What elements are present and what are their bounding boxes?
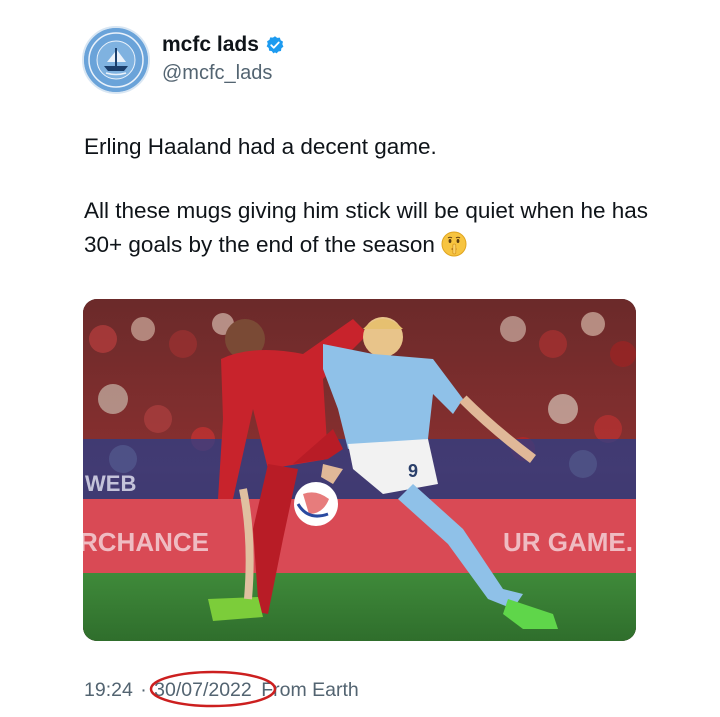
tweet-card: mcfc lads @mcfc_lads Erling Haaland had … xyxy=(0,0,720,717)
meta-separator: · xyxy=(140,679,147,701)
tweet-media[interactable]: WEB RCHANCE UR GAME. C 9 xyxy=(83,299,636,641)
tweet-header: mcfc lads @mcfc_lads xyxy=(82,26,642,96)
display-name[interactable]: mcfc lads xyxy=(162,32,285,58)
handle[interactable]: @mcfc_lads xyxy=(162,60,285,86)
tweet-text: Erling Haaland had a decent game. All th… xyxy=(84,130,654,262)
svg-text:9: 9 xyxy=(408,461,418,481)
avatar[interactable] xyxy=(82,26,150,94)
tweet-meta: 19:24 · 30/07/2022 From Earth xyxy=(84,670,359,708)
red-circle-annotation-icon xyxy=(149,670,277,708)
date-wrap: 30/07/2022 xyxy=(149,670,277,708)
name-block: mcfc lads @mcfc_lads xyxy=(162,32,285,86)
tweet-line-1: Erling Haaland had a decent game. xyxy=(84,134,437,159)
banner-right-text: UR GAME. C xyxy=(503,527,636,557)
verified-badge-icon xyxy=(266,36,284,54)
board-left-text: WEB xyxy=(85,471,136,496)
football-match-photo: WEB RCHANCE UR GAME. C 9 xyxy=(83,299,636,641)
display-name-text: mcfc lads xyxy=(162,33,259,56)
banner-left-text: RCHANCE xyxy=(83,527,209,557)
ship-crest-icon xyxy=(84,28,148,92)
tweet-line-2: All these mugs giving him stick will be … xyxy=(84,194,654,262)
tweet-line-2-text: All these mugs giving him stick will be … xyxy=(84,198,649,257)
tweet-time[interactable]: 19:24 xyxy=(84,677,133,703)
shushing-face-icon xyxy=(441,231,467,257)
